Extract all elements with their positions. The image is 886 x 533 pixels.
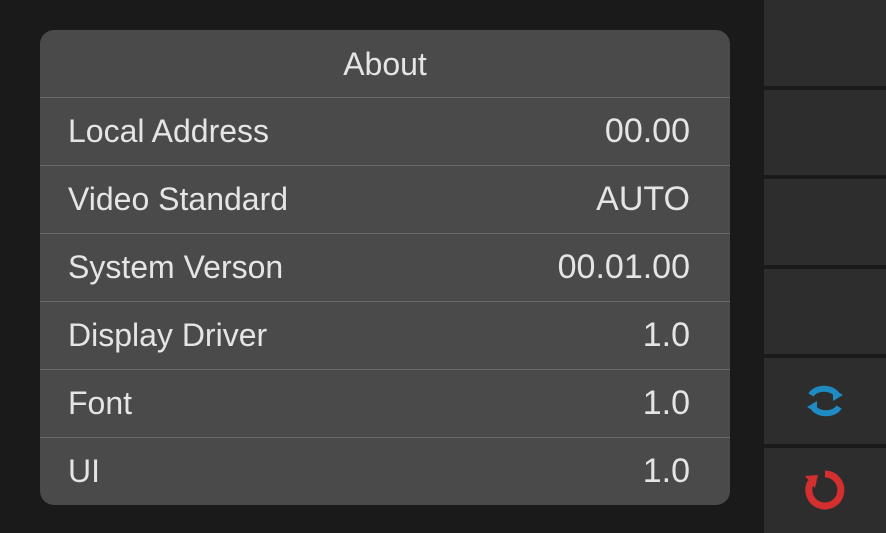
info-label: Display Driver bbox=[68, 317, 267, 354]
info-value: 00.00 bbox=[605, 112, 690, 151]
side-button-2[interactable] bbox=[764, 90, 886, 176]
info-value: 1.0 bbox=[643, 384, 690, 423]
refresh-icon bbox=[801, 381, 849, 421]
info-row-video-standard: Video Standard AUTO bbox=[40, 166, 730, 234]
info-value: 1.0 bbox=[643, 316, 690, 355]
refresh-button[interactable] bbox=[764, 358, 886, 444]
side-button-3[interactable] bbox=[764, 179, 886, 265]
info-row-ui: UI 1.0 bbox=[40, 438, 730, 505]
reset-button[interactable] bbox=[764, 448, 886, 533]
about-panel: About Local Address 00.00 Video Standard… bbox=[40, 30, 730, 505]
info-row-display-driver: Display Driver 1.0 bbox=[40, 302, 730, 370]
info-value: AUTO bbox=[596, 180, 690, 219]
main-content: About Local Address 00.00 Video Standard… bbox=[0, 0, 764, 533]
info-label: System Verson bbox=[68, 249, 283, 286]
info-label: Video Standard bbox=[68, 181, 288, 218]
panel-title: About bbox=[40, 46, 730, 83]
info-label: UI bbox=[68, 453, 100, 490]
info-row-system-version: System Verson 00.01.00 bbox=[40, 234, 730, 302]
info-row-local-address: Local Address 00.00 bbox=[40, 98, 730, 166]
info-label: Local Address bbox=[68, 113, 269, 150]
info-row-font: Font 1.0 bbox=[40, 370, 730, 438]
reset-icon bbox=[801, 466, 849, 514]
info-value: 00.01.00 bbox=[558, 248, 690, 287]
info-label: Font bbox=[68, 385, 132, 422]
info-value: 1.0 bbox=[643, 452, 690, 491]
panel-header: About bbox=[40, 30, 730, 98]
sidebar bbox=[764, 0, 886, 533]
side-button-4[interactable] bbox=[764, 269, 886, 355]
side-button-1[interactable] bbox=[764, 0, 886, 86]
